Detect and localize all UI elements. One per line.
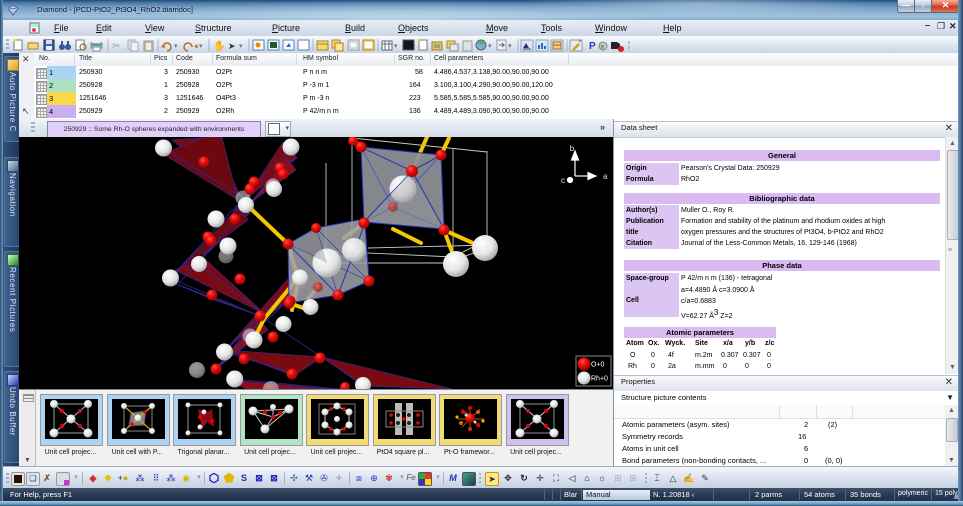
svg-text:b: b (570, 144, 575, 153)
svg-text:c: c (561, 176, 565, 185)
svg-text:▾: ▾ (508, 43, 512, 50)
svg-text:a: a (603, 172, 608, 181)
svg-text:P: P (589, 41, 596, 52)
svg-text:▾: ▾ (239, 43, 243, 50)
svg-text:▾: ▾ (199, 43, 203, 50)
svg-text:➤: ➤ (228, 41, 236, 51)
svg-text:Rh+0: Rh+0 (591, 376, 608, 383)
svg-text:✋: ✋ (213, 39, 225, 52)
svg-text:✂: ✂ (112, 41, 120, 52)
svg-text:▾: ▾ (394, 43, 398, 50)
svg-text:▾: ▾ (174, 43, 178, 50)
svg-text:O+0: O+0 (591, 362, 605, 369)
svg-text:▾: ▾ (488, 43, 492, 50)
